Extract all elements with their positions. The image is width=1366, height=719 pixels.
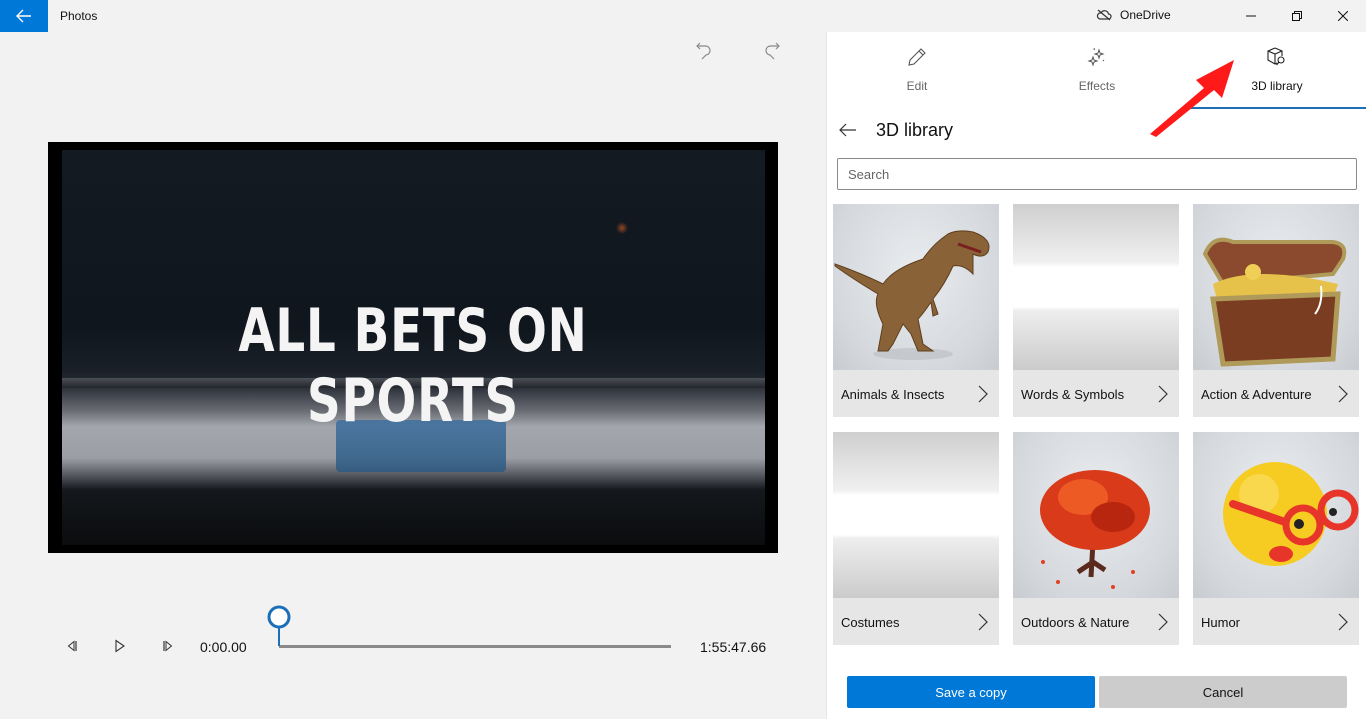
current-time: 0:00.00 — [200, 639, 247, 655]
back-button[interactable] — [0, 0, 48, 32]
next-frame-button[interactable] — [158, 636, 178, 656]
red-tree-thumbnail — [1013, 432, 1179, 598]
tab-3d-library[interactable]: 3D library — [1187, 32, 1366, 110]
tab-3d-library-label: 3D library — [1251, 79, 1303, 93]
restore-icon — [1292, 11, 1302, 21]
panel-actions: Save a copy Cancel — [847, 676, 1347, 708]
play-icon — [115, 639, 125, 653]
category-label: Humor — [1201, 615, 1241, 630]
onedrive-label: OneDrive — [1120, 8, 1171, 22]
close-button[interactable] — [1320, 0, 1366, 32]
total-duration: 1:55:47.66 — [700, 639, 767, 655]
pencil-icon — [908, 48, 926, 66]
category-label: Words & Symbols — [1021, 387, 1125, 402]
timeline-scrubber[interactable] — [279, 645, 671, 648]
step-forward-icon — [163, 640, 173, 652]
tab-edit-label: Edit — [906, 79, 928, 93]
side-panel: Edit Effects 3D library 3D library Searc… — [826, 32, 1366, 719]
sparkle-icon — [1087, 47, 1105, 67]
video-preview[interactable]: ALL BETS ON SPORTS — [48, 142, 778, 553]
redo-icon — [765, 42, 780, 60]
close-icon — [1338, 11, 1348, 21]
arrow-left-icon — [839, 123, 856, 137]
chevron-right-icon — [1338, 385, 1348, 403]
category-label: Costumes — [841, 615, 900, 630]
t-rex-thumbnail — [833, 204, 999, 370]
category-tile-action-adventure[interactable]: Action & Adventure — [1193, 204, 1359, 417]
category-tile-costumes[interactable]: Costumes — [833, 432, 999, 645]
previous-frame-button[interactable] — [62, 636, 82, 656]
library-back-button[interactable] — [837, 120, 859, 140]
category-tile-outdoors-nature[interactable]: Outdoors & Nature — [1013, 432, 1179, 645]
emoji-glasses-thumbnail — [1193, 432, 1359, 598]
blank-thumbnail — [833, 432, 999, 598]
undo-button[interactable] — [692, 40, 716, 62]
play-button[interactable] — [110, 636, 130, 656]
panel-tabs: Edit Effects 3D library — [827, 32, 1366, 110]
category-tile-words-symbols[interactable]: Words & Symbols — [1013, 204, 1179, 417]
category-label: Action & Adventure — [1201, 387, 1312, 402]
cube-search-icon — [1267, 47, 1285, 66]
chevron-right-icon — [1158, 613, 1168, 631]
library-header: 3D library — [827, 114, 1366, 148]
tab-effects-label: Effects — [1078, 79, 1116, 93]
onedrive-button[interactable]: OneDrive — [1096, 8, 1171, 22]
search-input[interactable] — [837, 158, 1357, 190]
chevron-right-icon — [978, 613, 988, 631]
chevron-right-icon — [978, 385, 988, 403]
redo-button[interactable] — [760, 40, 784, 62]
restore-button[interactable] — [1274, 0, 1320, 32]
active-tab-indicator — [1187, 107, 1366, 109]
category-label: Animals & Insects — [841, 387, 945, 402]
category-label: Outdoors & Nature — [1021, 615, 1130, 630]
blank-thumbnail — [1013, 204, 1179, 370]
title-bar: Photos OneDrive — [0, 0, 1366, 32]
treasure-chest-thumbnail — [1193, 204, 1359, 370]
tab-edit[interactable]: Edit — [827, 32, 1007, 110]
step-back-icon — [67, 640, 77, 652]
cloud-offline-icon — [1096, 9, 1112, 21]
save-copy-button[interactable]: Save a copy — [847, 676, 1095, 708]
app-title: Photos — [60, 9, 98, 23]
chevron-right-icon — [1158, 385, 1168, 403]
undo-icon — [696, 42, 711, 60]
tab-effects[interactable]: Effects — [1007, 32, 1187, 110]
library-title: 3D library — [876, 120, 954, 140]
minimize-button[interactable] — [1228, 0, 1274, 32]
video-overlay-title: ALL BETS ON SPORTS — [238, 296, 588, 436]
category-tile-animals-insects[interactable]: Animals & Insects — [833, 204, 999, 417]
minimize-icon — [1246, 15, 1256, 17]
arrow-left-icon — [16, 9, 31, 23]
playhead-handle[interactable] — [267, 605, 293, 647]
category-tile-humor[interactable]: Humor — [1193, 432, 1359, 645]
cancel-button[interactable]: Cancel — [1099, 676, 1347, 708]
chevron-right-icon — [1338, 613, 1348, 631]
